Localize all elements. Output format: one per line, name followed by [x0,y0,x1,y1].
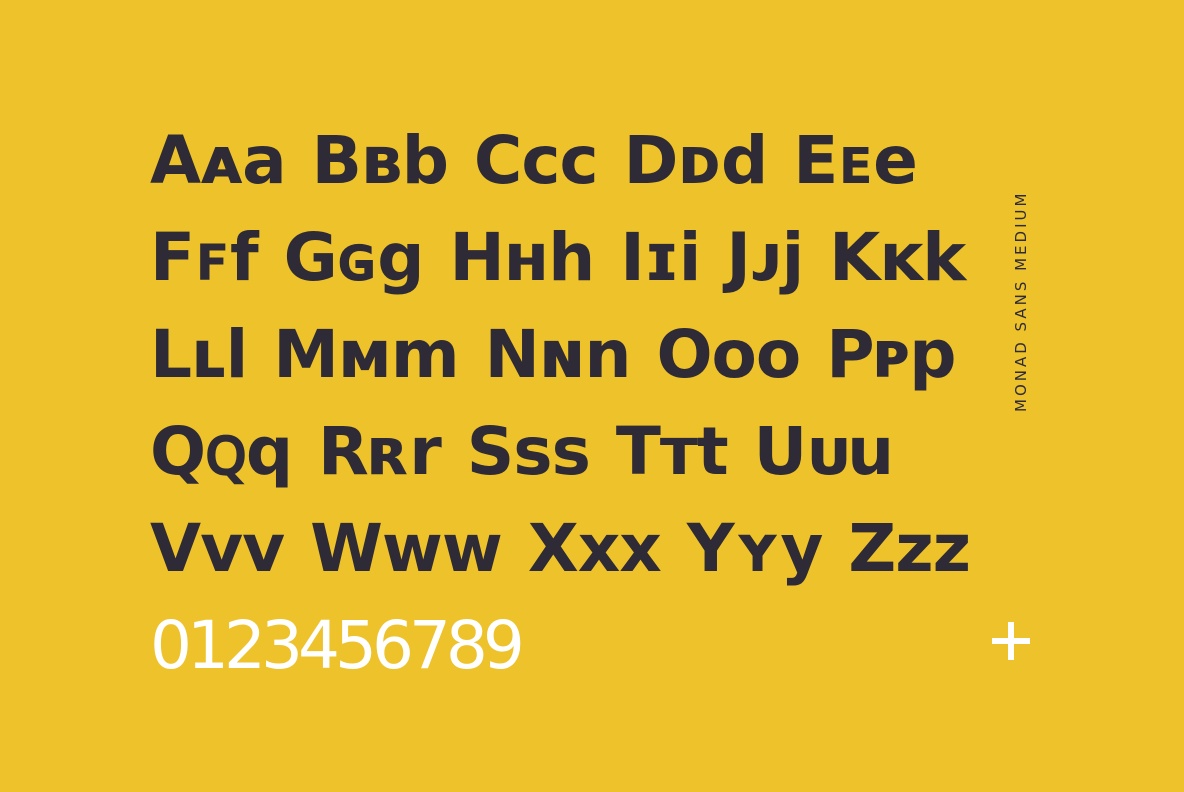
glyph-row: Aᴀa Bʙb Cᴄc Dᴅd Eᴇe [150,122,918,199]
plus-icon [992,622,1030,660]
digits-row: 0123456789 [150,607,525,684]
glyph-row: Fꜰf Gɢg Hʜh Iɪi Jᴊj Kᴋk [150,219,966,296]
glyph-row: Qꞯq Rʀr Sꜱs Tᴛt Uᴜu [150,413,894,490]
glyph-row: Lʟl Mᴍm Nɴn Oᴏo Pᴘp [150,316,957,393]
font-name-label: MONAD SANS MEDIUM [1012,190,1030,412]
glyph-specimen: Aᴀa Bʙb Cᴄc Dᴅd Eᴇe Fꜰf Gɢg Hʜh Iɪi Jᴊj … [150,112,971,694]
glyph-row: Vᴠv Wᴡw Xxx Yʏy Zᴢz [150,510,971,587]
specimen-canvas: Aᴀa Bʙb Cᴄc Dᴅd Eᴇe Fꜰf Gɢg Hʜh Iɪi Jᴊj … [0,0,1184,792]
